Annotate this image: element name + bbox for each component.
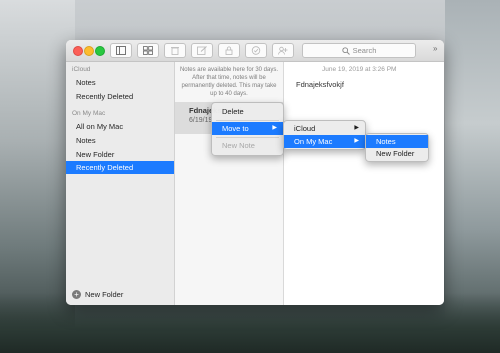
notes-list: Notes are available here for 30 days. Af… [175,62,284,305]
submenu-arrow-icon: ▶ [354,138,359,144]
gallery-view-button[interactable] [137,43,159,58]
search-icon [341,46,350,55]
sidebar-icon [116,46,126,55]
menu-item-new-note[interactable]: New Note [212,139,283,152]
folder-submenu: Notes New Folder [365,133,429,162]
menu-item-move-to-label: Move to [222,124,249,133]
close-window-button[interactable] [73,46,83,56]
delete-note-button[interactable] [164,43,186,58]
toggle-sidebar-button[interactable] [110,43,132,58]
grid-icon [143,46,153,55]
menu-separator [216,137,279,138]
sidebar-item-icloud-notes[interactable]: Notes [66,76,174,89]
sidebar-section-on-my-mac: On My Mac [72,110,106,117]
note-body[interactable]: Fdnajeksfvokjf [296,80,344,89]
menu-separator [216,120,279,121]
minimize-window-button[interactable] [84,46,94,56]
add-people-icon [278,46,288,55]
checklist-icon [251,46,261,55]
sidebar-item-all-on-my-mac[interactable]: All on My Mac [66,120,174,133]
compose-button[interactable] [191,43,213,58]
note-date: 6/19/19 [189,117,213,124]
lock-icon [225,46,233,55]
note-timestamp: June 19, 2019 at 3:26 PM [322,66,397,73]
menu-item-move-to[interactable]: Move to ▶ [212,122,283,135]
move-to-submenu: iCloud ▶ On My Mac ▶ [283,120,366,150]
sidebar: iCloud Notes Recently Deleted On My Mac … [66,62,175,305]
submenu-arrow-icon: ▶ [272,125,277,131]
zoom-window-button[interactable] [95,46,105,56]
menu-item-icloud[interactable]: iCloud ▶ [284,122,365,135]
search-field[interactable]: Search [302,43,416,58]
menu-item-icloud-label: iCloud [294,124,316,133]
sidebar-item-icloud-recently-deleted[interactable]: Recently Deleted [66,90,174,103]
new-folder-label: New Folder [85,290,124,299]
sidebar-item-new-folder[interactable]: New Folder [66,148,174,161]
search-placeholder: Search [352,46,377,55]
submenu-arrow-icon: ▶ [354,125,359,131]
menu-item-folder-new-folder[interactable]: New Folder [366,147,428,160]
sidebar-item-mac-notes[interactable]: Notes [66,134,174,147]
menu-item-on-my-mac[interactable]: On My Mac ▶ [284,135,365,148]
deletion-notice: Notes are available here for 30 days. Af… [179,67,279,97]
toolbar: Search » [66,40,444,62]
checklist-button[interactable] [245,43,267,58]
lock-button[interactable] [218,43,240,58]
trash-icon [171,47,179,55]
plus-icon: + [72,290,81,299]
note-editor[interactable]: June 19, 2019 at 3:26 PM Fdnajeksfvokjf [284,62,444,305]
add-people-button[interactable] [272,43,294,58]
sidebar-item-mac-recently-deleted[interactable]: Recently Deleted [66,161,174,174]
menu-item-on-my-mac-label: On My Mac [294,137,333,146]
note-context-menu: Delete Move to ▶ New Note [211,102,284,156]
sidebar-section-icloud: iCloud [72,66,91,73]
new-folder-button[interactable]: + New Folder [72,290,123,299]
notes-window: Search » iCloud Notes Recently Deleted O… [66,40,444,305]
compose-icon [197,46,207,55]
menu-item-delete[interactable]: Delete [212,105,283,118]
toolbar-overflow-button[interactable]: » [433,44,437,53]
